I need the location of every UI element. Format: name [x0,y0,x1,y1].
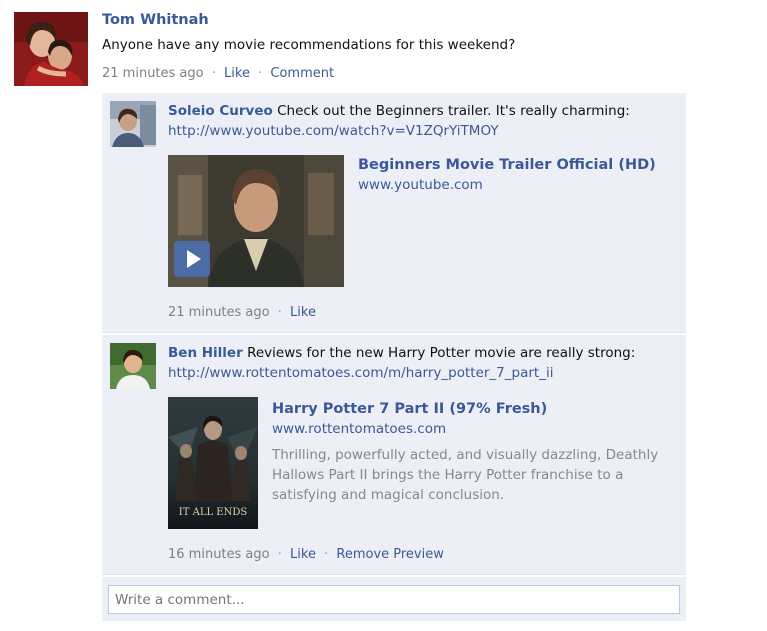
post-message: Anyone have any movie recommendations fo… [102,37,516,53]
comment-url[interactable]: http://www.youtube.com/watch?v=V1ZQrYiTM… [168,121,678,141]
commenter-name[interactable]: Soleio Curveo [168,103,273,119]
video-thumbnail[interactable] [168,155,344,287]
comment-item: Ben Hiller Reviews for the new Harry Pot… [102,335,686,575]
separator-dot: · [324,547,329,562]
author-avatar[interactable] [14,12,88,86]
comment-meta: 21 minutes ago · Like [168,305,316,320]
movie-poster-thumbnail[interactable]: IT ALL ENDS [168,397,258,529]
post-meta: 21 minutes ago · Like · Comment [102,66,334,81]
comment-link[interactable]: Comment [270,66,334,81]
commenter-name[interactable]: Ben Hiller [168,345,243,361]
comment-body: Soleio Curveo Check out the Beginners tr… [168,101,678,141]
preview-domain[interactable]: www.youtube.com [358,175,678,195]
comment-input[interactable] [108,585,680,614]
preview-title[interactable]: Beginners Movie Trailer Official (HD) [358,155,678,175]
link-preview: Beginners Movie Trailer Official (HD) ww… [358,155,678,195]
commenter-avatar[interactable] [110,343,156,389]
like-link[interactable]: Like [224,66,250,81]
comment-timestamp[interactable]: 16 minutes ago [168,547,270,562]
link-preview: Harry Potter 7 Part II (97% Fresh) www.r… [272,399,672,505]
comment-composer [102,577,686,621]
commenter-avatar[interactable] [110,101,156,147]
preview-description: Thrilling, powerfully acted, and visuall… [272,447,659,503]
preview-domain[interactable]: www.rottentomatoes.com [272,419,672,439]
like-link[interactable]: Like [290,305,316,320]
comment-text: Check out the Beginners trailer. It's re… [277,103,630,119]
separator-dot: · [211,66,216,81]
comment-timestamp[interactable]: 21 minutes ago [168,305,270,320]
preview-title[interactable]: Harry Potter 7 Part II (97% Fresh) [272,399,672,419]
like-link[interactable]: Like [290,547,316,562]
separator-dot: · [258,66,263,81]
poster-text: IT ALL ENDS [179,507,248,518]
author-name[interactable]: Tom Whitnah [102,12,209,28]
comment-url[interactable]: http://www.rottentomatoes.com/m/harry_po… [168,363,678,383]
comment-item: Soleio Curveo Check out the Beginners tr… [102,93,686,333]
comment-body: Ben Hiller Reviews for the new Harry Pot… [168,343,678,383]
post-timestamp[interactable]: 21 minutes ago [102,66,204,81]
feed-story: Tom Whitnah Anyone have any movie recomm… [0,0,767,631]
separator-dot: · [277,547,282,562]
comment-text: Reviews for the new Harry Potter movie a… [247,345,636,361]
comment-meta: 16 minutes ago · Like · Remove Preview [168,547,444,562]
separator-dot: · [277,305,282,320]
remove-preview-link[interactable]: Remove Preview [336,547,444,562]
